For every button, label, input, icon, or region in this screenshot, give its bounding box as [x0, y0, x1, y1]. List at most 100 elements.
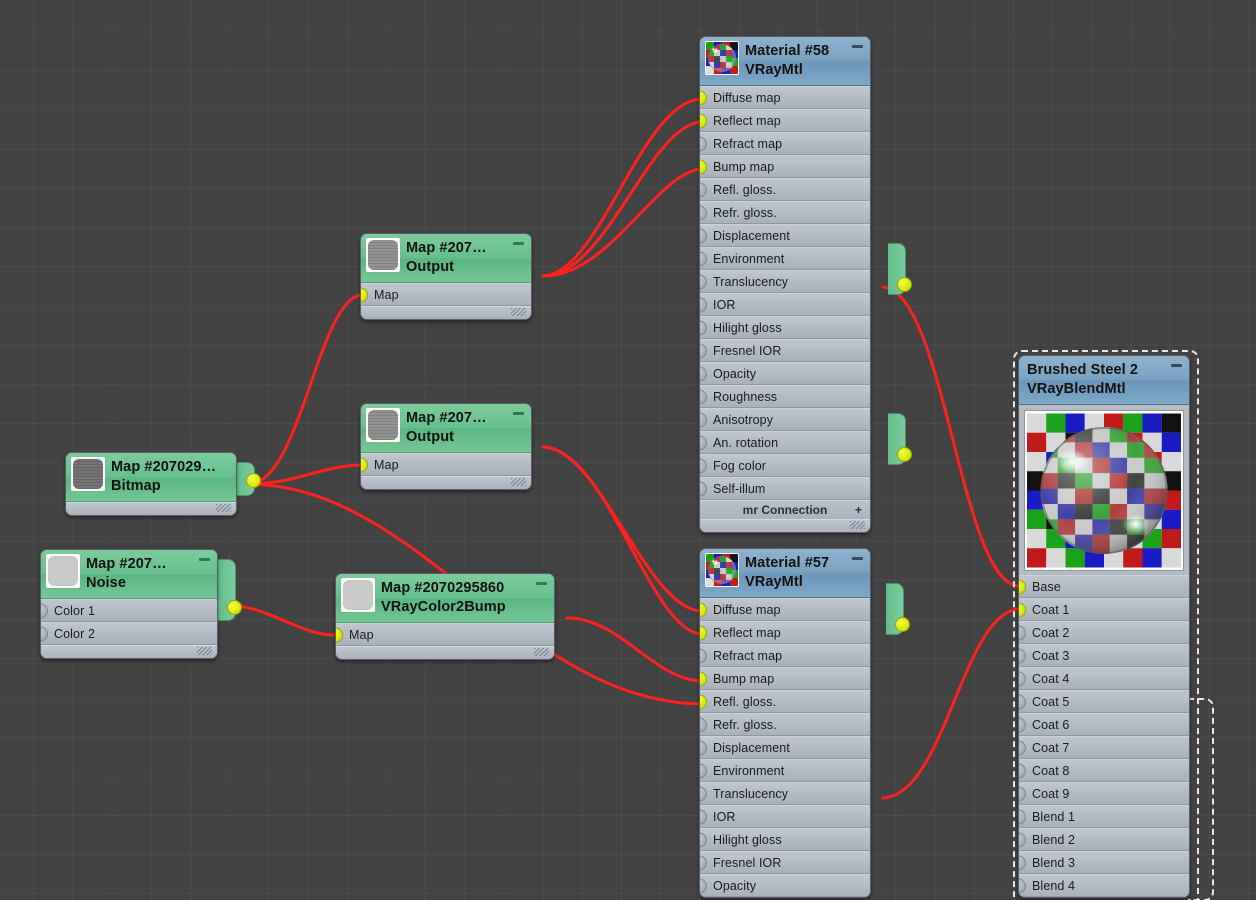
node-output-2[interactable]: Map #207… Output Map	[360, 403, 912, 491]
socket-ior[interactable]	[700, 297, 707, 313]
slot-blend-1[interactable]: Blend 1	[1019, 805, 1189, 829]
socket-refract-map[interactable]	[700, 648, 707, 664]
socket-opacity[interactable]	[700, 878, 707, 894]
slot-coat-1[interactable]: Coat 1	[1019, 598, 1189, 622]
slot-refract-map[interactable]: Refract map	[700, 644, 870, 668]
node-material-58[interactable]: Material #58 VRayMtl Diffuse map Reflect …	[699, 36, 889, 534]
slot-reflect-map[interactable]: Reflect map	[700, 621, 870, 645]
socket-reflect-map[interactable]	[700, 625, 707, 641]
slot-blend-3[interactable]: Blend 3	[1019, 851, 1189, 875]
brushedsteel-header[interactable]: Brushed Steel 2 VRayBlendMtl	[1019, 356, 1189, 406]
socket-coat-2[interactable]	[1019, 625, 1026, 641]
output1-output-socket[interactable]	[897, 277, 912, 292]
node-vraycolor2bump[interactable]: Map #2070295860 VRayColor2Bump Map	[335, 573, 910, 661]
socket-coat-4[interactable]	[1019, 671, 1026, 687]
slot-opacity[interactable]: Opacity	[700, 362, 870, 386]
slot-refl-gloss[interactable]: Refl. gloss.	[700, 178, 870, 202]
noise-resize-grip[interactable]	[41, 645, 217, 659]
minimize-icon[interactable]	[199, 558, 210, 561]
output2-header[interactable]: Map #207… Output	[361, 404, 531, 454]
bitmap-output-tab[interactable]	[237, 462, 261, 496]
slot-coat-6[interactable]: Coat 6	[1019, 713, 1189, 737]
slot-refl-gloss[interactable]: Refl. gloss.	[700, 690, 870, 714]
slot-displacement[interactable]: Displacement	[700, 224, 870, 248]
socket-coat-7[interactable]	[1019, 740, 1026, 756]
material58-resize-grip[interactable]	[700, 519, 870, 533]
slot-coat-7[interactable]: Coat 7	[1019, 736, 1189, 760]
socket-coat-3[interactable]	[1019, 648, 1026, 664]
slot-map[interactable]: Map	[361, 453, 531, 477]
socket-displacement[interactable]	[700, 740, 707, 756]
color2bump-resize-grip[interactable]	[336, 646, 554, 660]
slot-coat-2[interactable]: Coat 2	[1019, 621, 1189, 645]
slot-environment[interactable]: Environment	[700, 247, 870, 271]
slot-base[interactable]: Base	[1019, 575, 1189, 599]
socket-coat-8[interactable]	[1019, 763, 1026, 779]
socket-diffuse-map[interactable]	[700, 90, 707, 106]
slot-fresnel-ior[interactable]: Fresnel IOR	[700, 851, 870, 875]
slot-translucency[interactable]: Translucency	[700, 782, 870, 806]
noise-output-socket[interactable]	[227, 600, 242, 615]
minimize-icon[interactable]	[852, 45, 863, 48]
bitmap-resize-grip[interactable]	[66, 502, 236, 516]
socket-translucency[interactable]	[700, 274, 707, 290]
slot-an-rotation[interactable]: An. rotation	[700, 431, 870, 455]
bitmap-header[interactable]: Map #207029… Bitmap	[66, 453, 236, 503]
node-brushed-steel-2[interactable]: Brushed Steel 2 VRayBlendMtl Base Coat 1…	[1013, 350, 1214, 900]
socket-hilight-gloss[interactable]	[700, 832, 707, 848]
slot-translucency[interactable]: Translucency	[700, 270, 870, 294]
node-noise[interactable]: Map #207… Noise Color 1 Color 2	[40, 549, 242, 660]
socket-reflect-map[interactable]	[700, 113, 707, 129]
slot-coat-4[interactable]: Coat 4	[1019, 667, 1189, 691]
socket-anisotropy[interactable]	[700, 412, 707, 428]
minimize-icon[interactable]	[852, 557, 863, 560]
bitmap-output-socket[interactable]	[246, 473, 261, 488]
slot-environment[interactable]: Environment	[700, 759, 870, 783]
plus-icon[interactable]: +	[855, 504, 862, 516]
output1-header[interactable]: Map #207… Output	[361, 234, 531, 284]
output1-output-tab[interactable]	[888, 243, 912, 295]
slot-bump-map[interactable]: Bump map	[700, 155, 870, 179]
slot-coat-3[interactable]: Coat 3	[1019, 644, 1189, 668]
material57-header[interactable]: Material #57 VRayMtl	[700, 549, 870, 599]
slot-color-1[interactable]: Color 1	[41, 599, 217, 623]
slot-fog-color[interactable]: Fog color	[700, 454, 870, 478]
socket-blend-2[interactable]	[1019, 832, 1026, 848]
material58-header[interactable]: Material #58 VRayMtl	[700, 37, 870, 87]
slot-color-2[interactable]: Color 2	[41, 622, 217, 646]
slot-refr-gloss[interactable]: Refr. gloss.	[700, 201, 870, 225]
socket-coat-1[interactable]	[1019, 602, 1026, 618]
color2bump-output-socket[interactable]	[895, 617, 910, 632]
slot-coat-5[interactable]: Coat 5	[1019, 690, 1189, 714]
slot-refr-gloss[interactable]: Refr. gloss.	[700, 713, 870, 737]
socket-fresnel-ior[interactable]	[700, 343, 707, 359]
socket-coat-9[interactable]	[1019, 786, 1026, 802]
socket-blend-3[interactable]	[1019, 855, 1026, 871]
socket-bump-map[interactable]	[700, 159, 707, 175]
slot-diffuse-map[interactable]: Diffuse map	[700, 86, 870, 110]
slot-diffuse-map[interactable]: Diffuse map	[700, 598, 870, 622]
socket-blend-1[interactable]	[1019, 809, 1026, 825]
socket-color-2[interactable]	[41, 626, 48, 642]
output2-output-socket[interactable]	[897, 447, 912, 462]
slot-roughness[interactable]: Roughness	[700, 385, 870, 409]
slot-refract-map[interactable]: Refract map	[700, 132, 870, 156]
socket-self-illum[interactable]	[700, 481, 707, 497]
node-output-1[interactable]: Map #207… Output Map	[360, 233, 912, 321]
slot-self-illum[interactable]: Self-illum	[700, 477, 870, 501]
minimize-icon[interactable]	[513, 242, 524, 245]
node-material-57[interactable]: Material #57 VRayMtl Diffuse map Reflect …	[699, 548, 889, 899]
socket-map[interactable]	[336, 627, 343, 643]
socket-coat-5[interactable]	[1019, 694, 1026, 710]
noise-header[interactable]: Map #207… Noise	[41, 550, 217, 600]
slot-coat-9[interactable]: Coat 9	[1019, 782, 1189, 806]
socket-environment[interactable]	[700, 763, 707, 779]
slot-coat-8[interactable]: Coat 8	[1019, 759, 1189, 783]
slot-map[interactable]: Map	[361, 283, 531, 307]
minimize-icon[interactable]	[536, 582, 547, 585]
socket-an-rotation[interactable]	[700, 435, 707, 451]
socket-opacity[interactable]	[700, 366, 707, 382]
socket-displacement[interactable]	[700, 228, 707, 244]
socket-fog-color[interactable]	[700, 458, 707, 474]
socket-refl-gloss[interactable]	[700, 182, 707, 198]
